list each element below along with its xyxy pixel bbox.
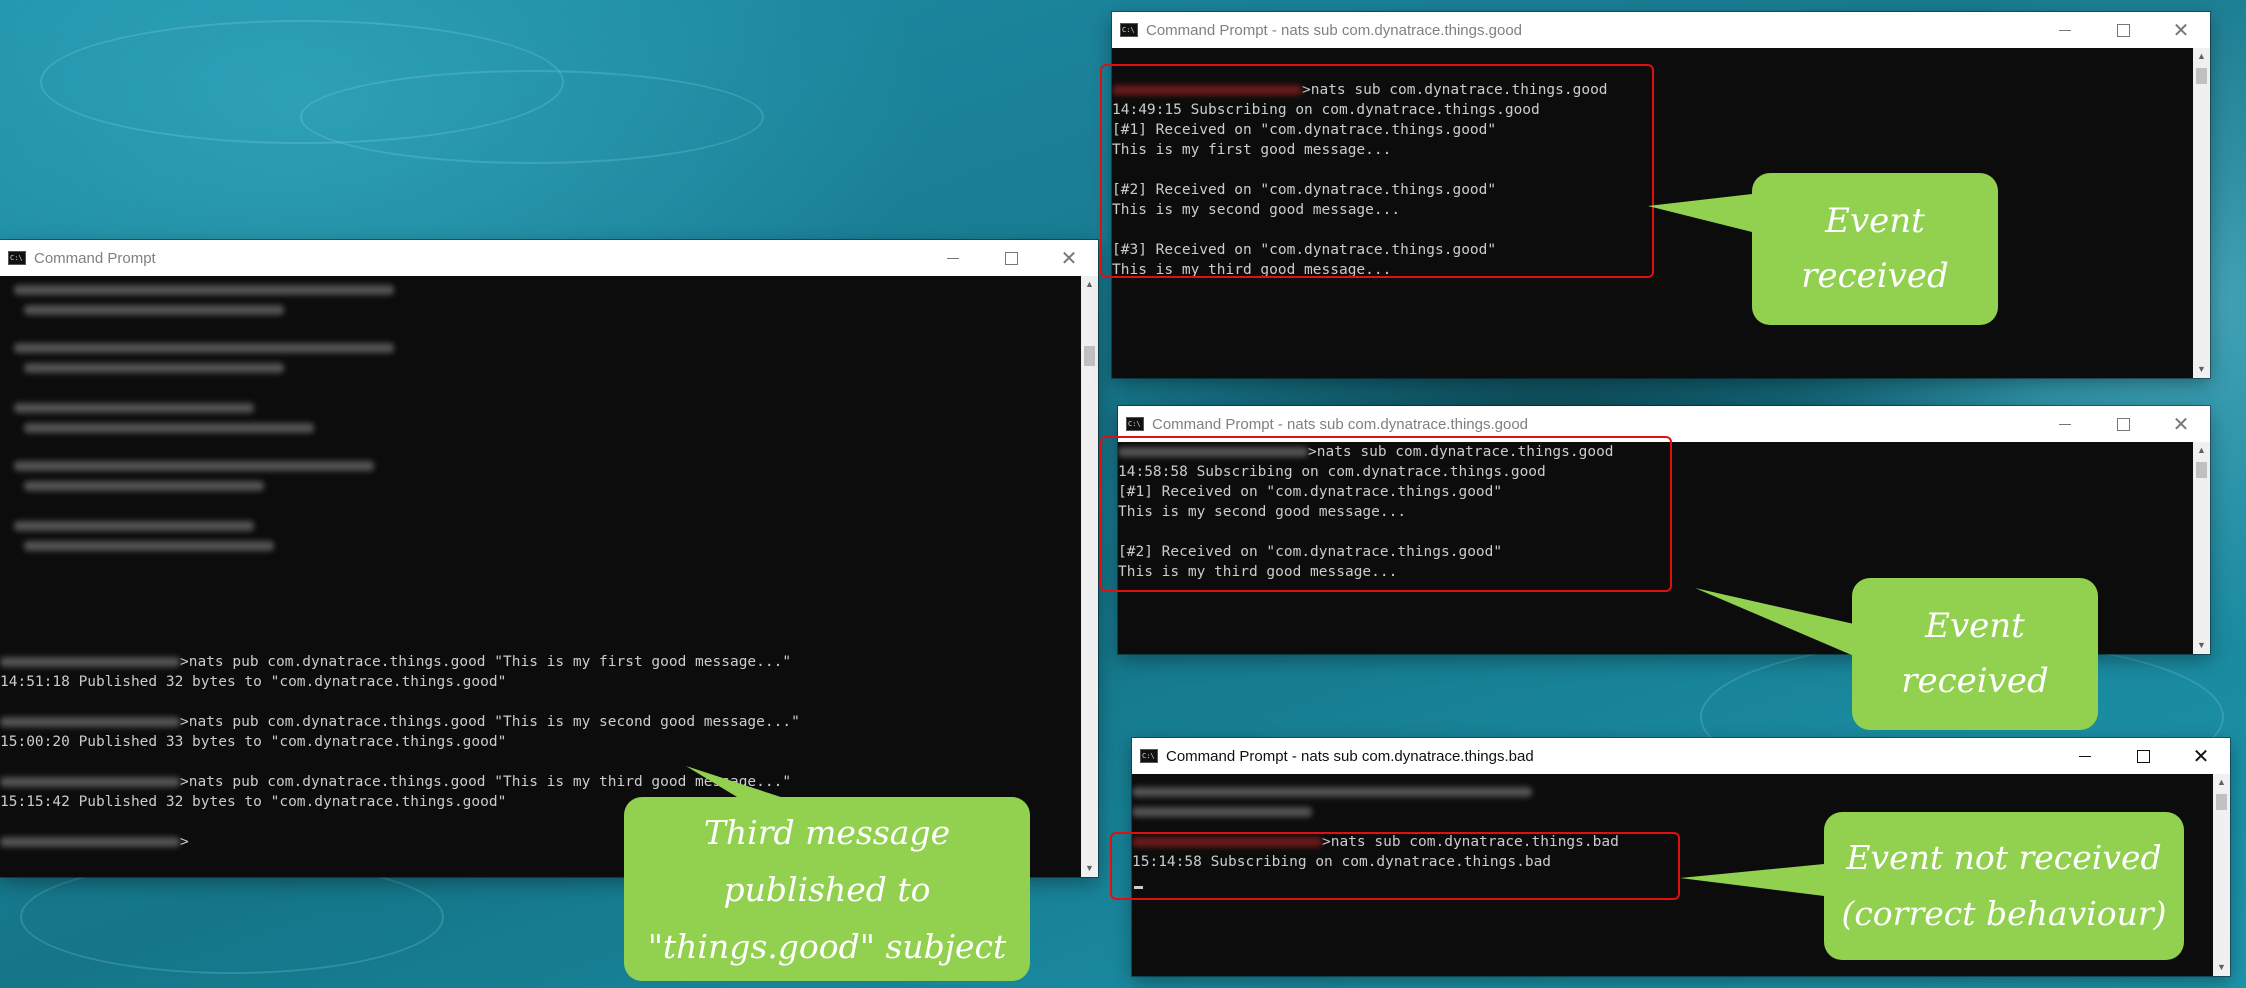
window-title: Command Prompt - nats sub com.dynatrace.… xyxy=(1146,21,1523,39)
close-button[interactable]: ✕ xyxy=(2152,406,2210,442)
console-line: >nats pub com.dynatrace.things.good "Thi… xyxy=(0,712,800,732)
callout-line: Third message xyxy=(703,812,951,852)
maximize-icon xyxy=(1004,251,1018,265)
title-bar[interactable]: Command Prompt - nats sub com.dynatrace.… xyxy=(1132,738,2230,774)
redacted-line xyxy=(0,516,254,536)
console-line: 15:00:20 Published 33 bytes to "com.dyna… xyxy=(0,734,507,750)
redacted-line xyxy=(0,456,374,476)
command-prompt-icon xyxy=(8,251,26,265)
redacted-line xyxy=(0,398,254,418)
vertical-scrollbar[interactable]: ▲ ▼ xyxy=(2213,774,2230,976)
redacted-line xyxy=(1132,782,1532,802)
command-prompt-icon xyxy=(1120,23,1138,37)
vertical-scrollbar[interactable]: ▲ ▼ xyxy=(2193,442,2210,654)
scrollbar-thumb[interactable] xyxy=(1084,346,1095,366)
console-line: >nats pub com.dynatrace.things.good "Thi… xyxy=(0,772,791,792)
maximize-button[interactable] xyxy=(982,240,1040,276)
maximize-button[interactable] xyxy=(2094,406,2152,442)
scroll-down-arrow-icon[interactable]: ▼ xyxy=(2213,959,2230,976)
maximize-icon xyxy=(2116,417,2130,431)
close-icon: ✕ xyxy=(2172,18,2190,42)
scroll-down-arrow-icon[interactable]: ▼ xyxy=(2193,361,2210,378)
minimize-icon xyxy=(947,257,959,259)
minimize-button[interactable] xyxy=(2036,12,2094,48)
command-prompt-icon xyxy=(1140,749,1158,763)
callout-event-received-top: Event received xyxy=(1752,173,1998,325)
callout-third-message-published: Third message published to "things.good"… xyxy=(624,797,1030,981)
minimize-icon xyxy=(2079,755,2091,757)
callout-line: received xyxy=(1901,661,2049,701)
scrollbar-thumb[interactable] xyxy=(2216,794,2227,810)
maximize-icon xyxy=(2136,749,2150,763)
maximize-button[interactable] xyxy=(2094,12,2152,48)
callout-line: published to xyxy=(723,869,931,909)
minimize-button[interactable] xyxy=(2036,406,2094,442)
console-line: 15:15:42 Published 32 bytes to "com.dyna… xyxy=(0,794,507,810)
redacted-line xyxy=(0,476,264,496)
redacted-line xyxy=(1132,802,1312,822)
redacted-line xyxy=(0,338,394,358)
close-button[interactable]: ✕ xyxy=(1040,240,1098,276)
callout-line: Event not received xyxy=(1846,838,2162,877)
title-bar[interactable]: Command Prompt ✕ xyxy=(0,240,1098,276)
scroll-up-arrow-icon[interactable]: ▲ xyxy=(2193,442,2210,459)
water-ripple xyxy=(300,70,764,164)
redacted-line xyxy=(0,418,314,438)
highlight-box xyxy=(1100,64,1654,278)
console-output[interactable]: >nats pub com.dynatrace.things.good "Thi… xyxy=(0,276,1081,877)
close-icon: ✕ xyxy=(2172,412,2190,436)
highlight-box xyxy=(1110,832,1680,900)
minimize-button[interactable] xyxy=(924,240,982,276)
callout-line: Event xyxy=(1825,201,1925,241)
callout-line: Event xyxy=(1925,606,2025,646)
callout-event-received-mid: Event received xyxy=(1852,578,2098,730)
close-icon: ✕ xyxy=(2192,744,2210,768)
callout-line: received xyxy=(1801,256,1949,296)
command-prompt-icon xyxy=(1126,417,1144,431)
callout-line: "things.good" subject xyxy=(647,926,1007,966)
callout-line: (correct behaviour) xyxy=(1841,894,2167,933)
maximize-button[interactable] xyxy=(2114,738,2172,774)
scrollbar-thumb[interactable] xyxy=(2196,462,2207,478)
minimize-icon xyxy=(2059,423,2071,425)
window-title: Command Prompt - nats sub com.dynatrace.… xyxy=(1152,415,1529,433)
console-line: 14:51:18 Published 32 bytes to "com.dyna… xyxy=(0,674,507,690)
close-icon: ✕ xyxy=(1060,246,1078,270)
callout-event-not-received: Event not received (correct behaviour) xyxy=(1824,812,2184,960)
title-bar[interactable]: Command Prompt - nats sub com.dynatrace.… xyxy=(1112,12,2210,48)
console-line: >nats pub com.dynatrace.things.good "Thi… xyxy=(0,652,791,672)
redacted-line xyxy=(0,536,274,556)
minimize-icon xyxy=(2059,29,2071,31)
maximize-icon xyxy=(2116,23,2130,37)
highlight-box xyxy=(1100,436,1672,592)
redacted-line xyxy=(0,280,394,300)
command-prompt-window-publisher[interactable]: Command Prompt ✕ >nats pub com.dynatrace… xyxy=(0,240,1098,877)
scroll-up-arrow-icon[interactable]: ▲ xyxy=(2213,774,2230,791)
redacted-line xyxy=(0,300,284,320)
scroll-up-arrow-icon[interactable]: ▲ xyxy=(1081,276,1098,293)
vertical-scrollbar[interactable]: ▲ ▼ xyxy=(2193,48,2210,378)
scroll-down-arrow-icon[interactable]: ▼ xyxy=(1081,860,1098,877)
scrollbar-thumb[interactable] xyxy=(2196,68,2207,84)
window-title: Command Prompt - nats sub com.dynatrace.… xyxy=(1166,747,1534,765)
scroll-up-arrow-icon[interactable]: ▲ xyxy=(2193,48,2210,65)
scroll-down-arrow-icon[interactable]: ▼ xyxy=(2193,637,2210,654)
redacted-line xyxy=(0,358,284,378)
close-button[interactable]: ✕ xyxy=(2152,12,2210,48)
prompt-line: > xyxy=(0,832,189,852)
water-ripple xyxy=(20,860,444,974)
close-button[interactable]: ✕ xyxy=(2172,738,2230,774)
vertical-scrollbar[interactable]: ▲ ▼ xyxy=(1081,276,1098,877)
minimize-button[interactable] xyxy=(2056,738,2114,774)
window-title: Command Prompt xyxy=(34,249,156,267)
